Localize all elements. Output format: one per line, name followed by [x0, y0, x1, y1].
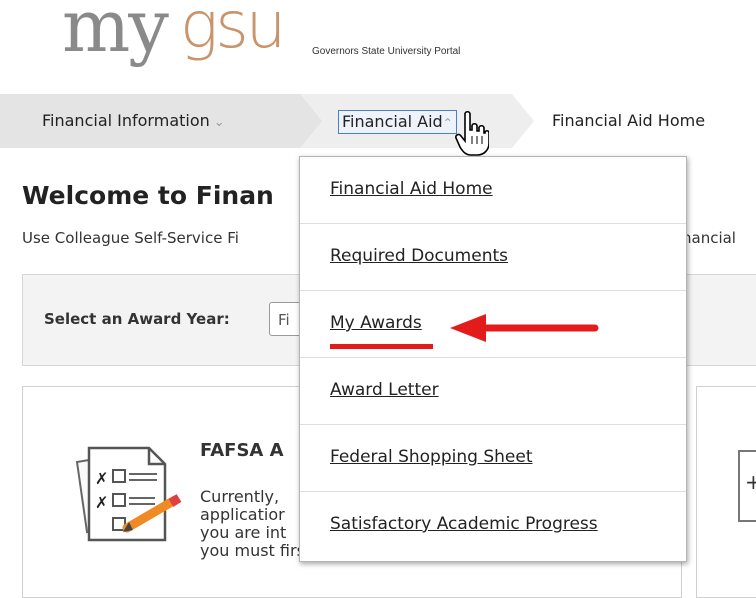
svg-text:+: + [745, 470, 756, 494]
menu-item-required-documents[interactable]: Required Documents [300, 224, 686, 291]
logo-my-text: my [62, 0, 169, 68]
red-arrow-icon [450, 314, 599, 342]
menu-item-financial-aid-home[interactable]: Financial Aid Home [300, 157, 686, 224]
award-year-label: Select an Award Year: [44, 310, 230, 328]
svg-text:✗: ✗ [95, 493, 108, 512]
intro-text: Use Colleague Self-Service Fi [22, 229, 239, 247]
menu-item-link[interactable]: Award Letter [330, 380, 439, 400]
menu-item-satisfactory-academic-progress[interactable]: Satisfactory Academic Progress [300, 492, 686, 558]
financial-aid-dropdown-menu: Financial Aid Home Required Documents My… [299, 156, 687, 562]
menu-item-link[interactable]: My Awards [330, 313, 422, 333]
chevron-down-icon: ⌄ [213, 115, 225, 130]
menu-item-link[interactable]: Satisfactory Academic Progress [330, 514, 598, 534]
breadcrumb-item-financial-aid[interactable]: Financial Aid⌃ [338, 110, 457, 134]
intro-text-right: nancial [682, 229, 736, 247]
breadcrumb-separator [300, 94, 322, 148]
svg-text:✗: ✗ [95, 469, 108, 488]
document-icon: + [738, 450, 756, 522]
menu-item-link[interactable]: Federal Shopping Sheet [330, 447, 532, 467]
menu-item-link[interactable]: Required Documents [330, 246, 508, 266]
breadcrumb-item-financial-information[interactable]: Financial Information ⌄ [42, 111, 225, 130]
menu-item-link[interactable]: Financial Aid Home [330, 179, 493, 199]
fafsa-checklist-icon: ✗ ✗ [75, 446, 182, 542]
chevron-up-icon: ⌃ [442, 116, 453, 130]
menu-item-award-letter[interactable]: Award Letter [300, 358, 686, 425]
breadcrumb-label: Financial Aid [342, 112, 443, 131]
breadcrumb-separator [512, 94, 534, 148]
breadcrumb-item-financial-aid-home[interactable]: Financial Aid Home [552, 111, 705, 130]
logo-subtitle: Governors State University Portal [312, 46, 461, 57]
logo-gsu-text: gsu [180, 0, 286, 63]
page-title: Welcome to Finan [22, 181, 274, 210]
menu-item-federal-shopping-sheet[interactable]: Federal Shopping Sheet [300, 425, 686, 492]
hand-cursor-icon [455, 110, 489, 156]
portal-logo[interactable]: my gsu Governors State University Portal [62, 0, 562, 92]
fafsa-card-title: FAFSA A [200, 440, 284, 461]
breadcrumb-label: Financial Information [42, 111, 210, 130]
annotation-underline [330, 344, 433, 349]
